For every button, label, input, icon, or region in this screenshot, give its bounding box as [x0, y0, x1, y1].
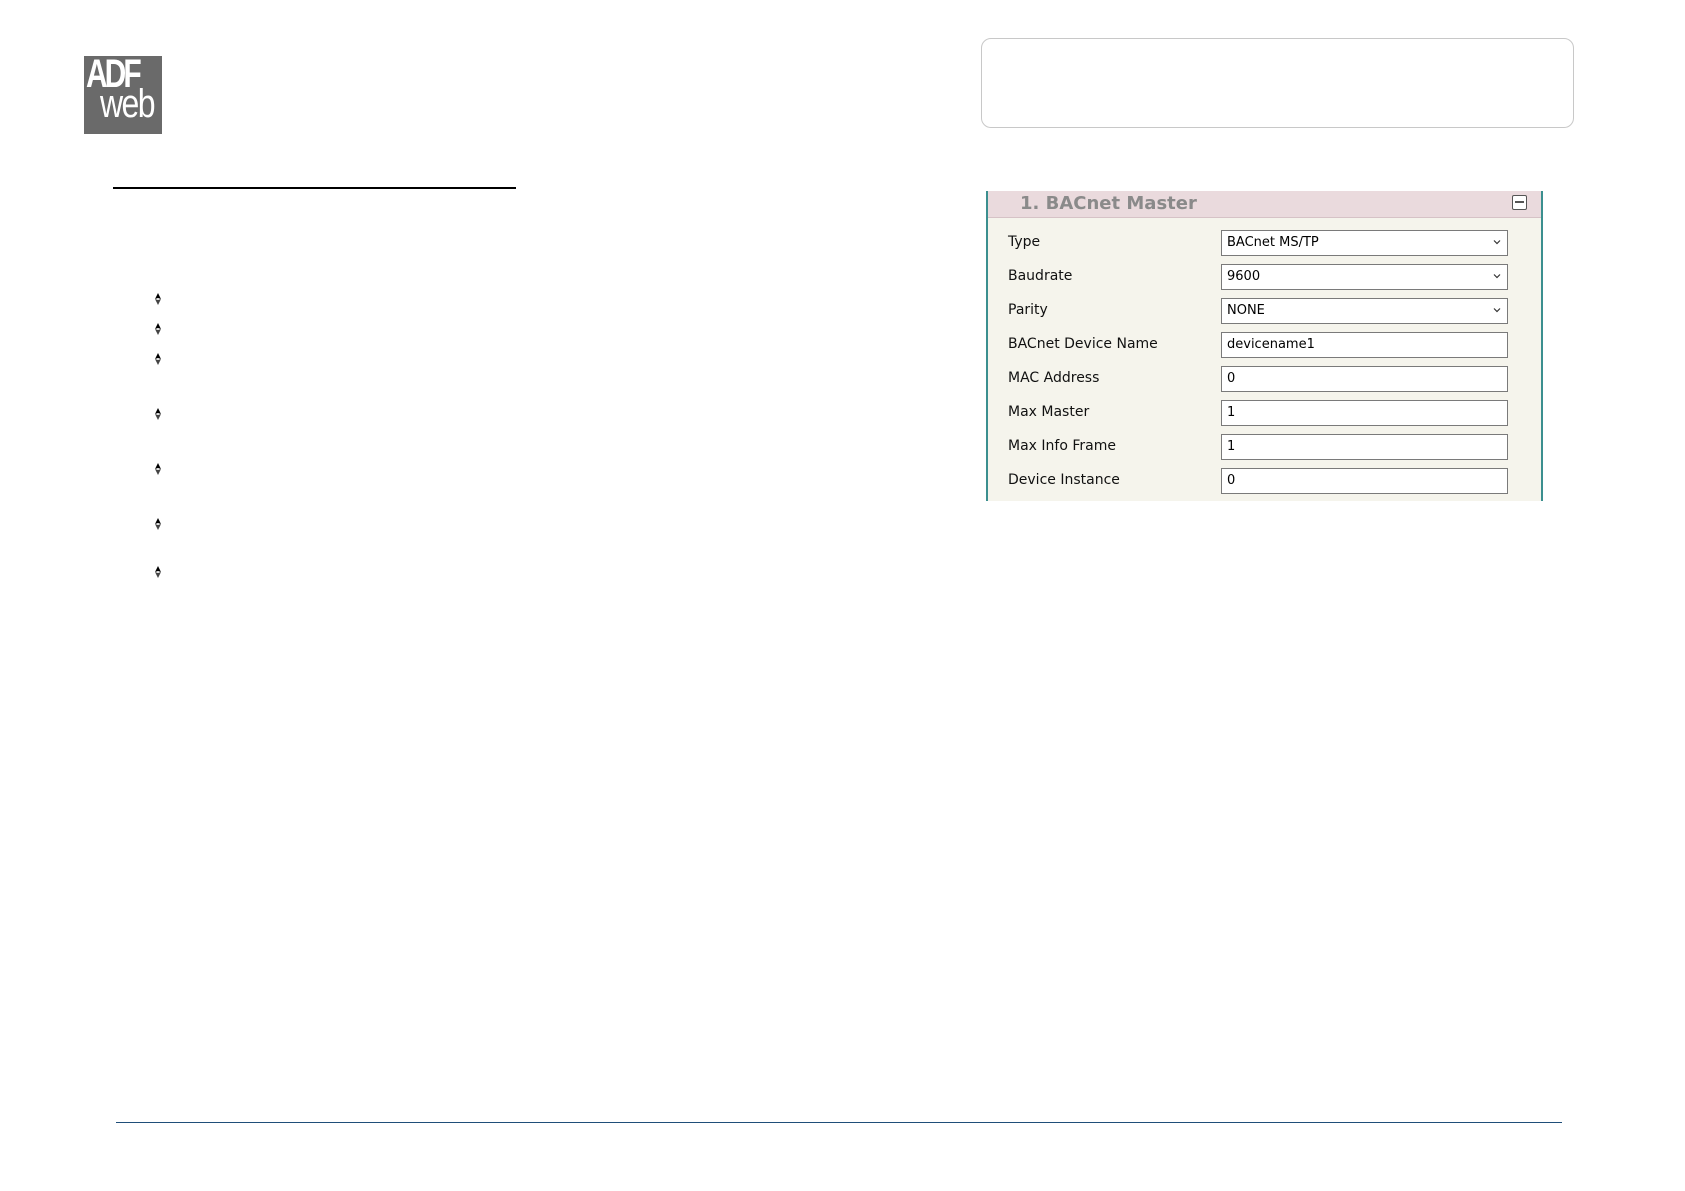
bullet-icon [151, 462, 165, 476]
collapse-icon[interactable] [1512, 195, 1527, 210]
mac-address-label: MAC Address [1008, 370, 1100, 386]
mac-address-input[interactable]: 0 [1221, 366, 1508, 392]
bullet-icon [151, 352, 165, 366]
parity-select[interactable]: NONE [1221, 298, 1508, 324]
bullet-icon [151, 322, 165, 336]
section-title-underline [113, 187, 516, 189]
bullet-icon [151, 565, 165, 579]
adfweb-logo: ADF web [84, 56, 162, 134]
parity-label: Parity [1008, 302, 1048, 318]
form-row-parity: Parity NONE [988, 295, 1541, 329]
form-row-device-name: BACnet Device Name devicename1 [988, 329, 1541, 363]
panel-header: 1. BACnet Master [988, 191, 1541, 218]
form-row-type: Type BACnet MS/TP [988, 227, 1541, 261]
logo-web-text: web [100, 82, 156, 126]
form-row-max-master: Max Master 1 [988, 397, 1541, 431]
bacnet-master-panel: 1. BACnet Master Type BACnet MS/TP Baudr… [986, 191, 1543, 501]
parity-value: NONE [1227, 303, 1265, 318]
baudrate-label: Baudrate [1008, 268, 1073, 284]
max-master-input[interactable]: 1 [1221, 400, 1508, 426]
type-label: Type [1008, 234, 1041, 250]
device-name-input[interactable]: devicename1 [1221, 332, 1508, 358]
max-master-value: 1 [1227, 405, 1236, 420]
form-row-mac-address: MAC Address 0 [988, 363, 1541, 397]
baudrate-value: 9600 [1227, 269, 1261, 284]
footer-rule [116, 1122, 1562, 1123]
type-select[interactable]: BACnet MS/TP [1221, 230, 1508, 256]
type-value: BACnet MS/TP [1227, 235, 1319, 250]
max-info-frame-value: 1 [1227, 439, 1236, 454]
form-row-baudrate: Baudrate 9600 [988, 261, 1541, 295]
chevron-down-icon [1493, 240, 1501, 245]
mac-address-value: 0 [1227, 371, 1236, 386]
baudrate-select[interactable]: 9600 [1221, 264, 1508, 290]
form-row-device-instance: Device Instance 0 [988, 465, 1541, 499]
max-info-frame-label: Max Info Frame [1008, 438, 1116, 454]
bullet-icon [151, 407, 165, 421]
chevron-down-icon [1493, 274, 1501, 279]
device-instance-value: 0 [1227, 473, 1236, 488]
header-box [981, 38, 1574, 128]
max-info-frame-input[interactable]: 1 [1221, 434, 1508, 460]
max-master-label: Max Master [1008, 404, 1090, 420]
device-name-label: BACnet Device Name [1008, 336, 1158, 352]
bullet-icon [151, 292, 165, 306]
device-instance-label: Device Instance [1008, 472, 1120, 488]
panel-title: 1. BACnet Master [1020, 193, 1197, 214]
chevron-down-icon [1493, 308, 1501, 313]
form-row-max-info-frame: Max Info Frame 1 [988, 431, 1541, 465]
bullet-icon [151, 517, 165, 531]
device-instance-input[interactable]: 0 [1221, 468, 1508, 494]
device-name-value: devicename1 [1227, 337, 1315, 352]
